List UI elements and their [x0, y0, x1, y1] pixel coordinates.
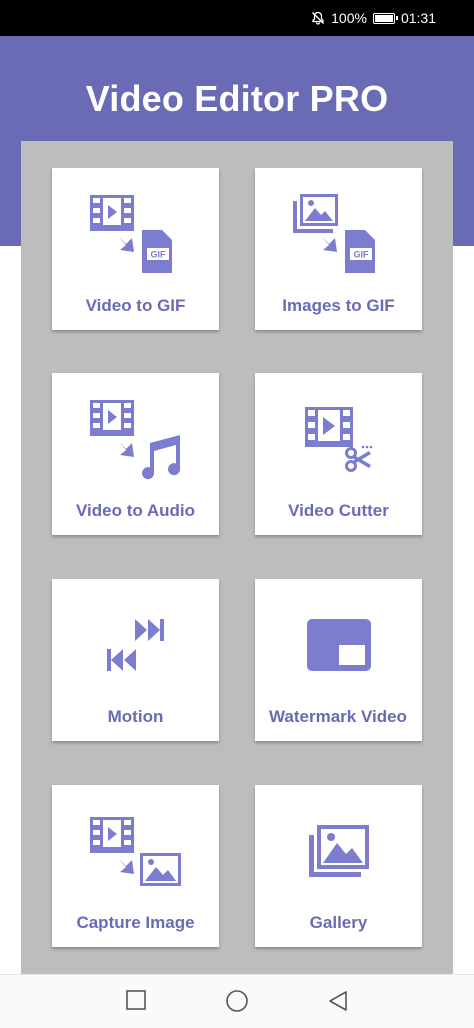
home-circle-icon[interactable] — [225, 989, 249, 1013]
motion-icon — [107, 619, 164, 671]
tile-label: Video to Audio — [76, 501, 195, 520]
system-nav-bar — [0, 974, 474, 1028]
tile-label: Gallery — [309, 913, 368, 932]
motion-button[interactable]: Motion — [52, 579, 219, 741]
video-to-audio-icon — [90, 400, 181, 480]
images-to-gif-button[interactable]: GIF Images to GIF — [255, 168, 422, 330]
status-indicators: 100% 01:31 — [311, 0, 436, 36]
gallery-icon — [309, 825, 369, 877]
tile-label: Watermark Video — [269, 707, 407, 726]
gif-badge-text: GIF — [151, 250, 167, 260]
silent-bell-icon — [312, 11, 325, 25]
tile-label: Video to GIF — [85, 296, 186, 315]
video-cutter-button[interactable]: Video Cutter — [255, 373, 422, 535]
video-to-audio-button[interactable]: Video to Audio — [52, 373, 219, 535]
app-title: Video Editor PRO — [85, 78, 389, 119]
images-to-gif-icon: GIF — [293, 194, 375, 273]
back-triangle-icon[interactable] — [327, 989, 349, 1013]
status-bar: 100% 01:31 — [0, 0, 474, 36]
recents-square-icon[interactable] — [125, 989, 147, 1011]
gif-badge-text: GIF — [354, 250, 370, 260]
tile-label: Capture Image — [76, 913, 195, 932]
clock: 01:31 — [400, 10, 436, 26]
battery-icon — [372, 12, 398, 24]
capture-image-icon — [90, 817, 181, 886]
tile-label: Video Cutter — [288, 501, 389, 520]
video-to-gif-icon: GIF — [90, 195, 172, 273]
capture-image-button[interactable]: Capture Image — [52, 785, 219, 947]
watermark-icon — [307, 619, 371, 671]
features-panel: GIF Video to GIF GIF Images to GIF Video… — [21, 141, 453, 974]
tile-label: Motion — [107, 707, 164, 726]
video-to-gif-button[interactable]: GIF Video to GIF — [52, 168, 219, 330]
gallery-button[interactable]: Gallery — [255, 785, 422, 947]
watermark-video-button[interactable]: Watermark Video — [255, 579, 422, 741]
video-cutter-icon — [305, 407, 373, 472]
battery-percent: 100% — [331, 10, 367, 26]
tile-label: Images to GIF — [282, 296, 395, 315]
